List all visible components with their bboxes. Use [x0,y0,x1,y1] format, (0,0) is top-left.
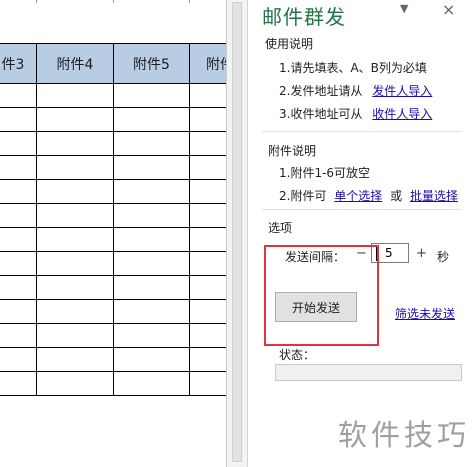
grid-cell[interactable] [114,228,190,252]
grid-cell[interactable] [0,276,37,300]
grid-cell[interactable] [37,156,114,180]
grid-cell[interactable] [114,204,190,228]
grid-cell[interactable] [114,84,190,108]
grid-cell[interactable] [37,108,114,132]
grid-cell[interactable] [190,84,226,108]
usage-line-3-text: 3.收件地址可从 [279,107,363,121]
grid-cell[interactable] [190,372,226,396]
grid-cell[interactable] [37,228,114,252]
grid-cell[interactable] [37,132,114,156]
grid-cell[interactable] [37,276,114,300]
watermark-text: 软件技巧 [332,398,476,467]
grid-cell[interactable] [0,108,37,132]
grid-cell[interactable] [190,324,226,348]
grid-cell[interactable] [190,132,226,156]
usage-line-1: 1.请先填表、A、B列为必填 [279,61,427,75]
grid-cell[interactable] [37,324,114,348]
grid-cell[interactable] [114,372,190,396]
options-section-title: 选项 [268,221,293,235]
grid-cell[interactable] [114,108,190,132]
usage-line-3: 3.收件地址可从 收件人导入 [279,105,432,122]
close-icon[interactable]: × [442,0,455,19]
usage-line-2-text: 2.发件地址请从 [279,84,363,98]
pane-options-icon[interactable]: ▼ [400,2,408,15]
grid-cell[interactable] [37,300,114,324]
column-header-attachment3[interactable]: 件3 [0,43,37,84]
or-text: 或 [390,189,403,203]
grid-cell[interactable] [0,84,37,108]
column-header-attachment4[interactable]: 附件4 [37,43,114,84]
grid-cell[interactable] [37,204,114,228]
grid-cell[interactable] [114,252,190,276]
usage-line-2: 2.发件地址请从 发件人导入 [279,82,432,99]
grid-cell[interactable] [114,132,190,156]
grid-cell[interactable] [114,156,190,180]
usage-section-title: 使用说明 [265,37,314,51]
grid-cell[interactable] [0,228,37,252]
grid-cell[interactable] [0,204,37,228]
grid-cell[interactable] [0,324,37,348]
red-highlight-box [264,245,379,346]
attachment-line-1: 1.附件1-6可放空 [279,166,371,180]
grid-cell[interactable] [190,300,226,324]
grid-cell[interactable] [37,180,114,204]
import-sender-link[interactable]: 发件人导入 [372,84,432,98]
grid-cell[interactable] [0,132,37,156]
grid-cell[interactable] [0,180,37,204]
grid-cell[interactable] [190,180,226,204]
import-recipient-link[interactable]: 收件人导入 [372,107,432,121]
grid-cell[interactable] [37,84,114,108]
grid-cell[interactable] [114,276,190,300]
seconds-unit-label: 秒 [437,250,450,264]
column-header-attachment5[interactable]: 附件5 [114,43,190,84]
grid-cell[interactable] [114,180,190,204]
grid-cell[interactable] [190,348,226,372]
grid-cell[interactable] [37,252,114,276]
grid-cell[interactable] [114,300,190,324]
grid-cell[interactable] [190,228,226,252]
grid-cell[interactable] [0,372,37,396]
status-label: 状态： [279,348,316,362]
attachment-line-2: 2.附件可 单个选择 或 批量选择 [279,187,458,204]
column-header-attachment6[interactable]: 附件 [190,43,226,84]
grid-cell[interactable] [37,372,114,396]
filter-unsent-link[interactable]: 筛选未发送 [395,305,455,322]
grid-cell[interactable] [0,348,37,372]
grid-cell[interactable] [0,300,37,324]
grid-cell[interactable] [190,252,226,276]
pane-title: 邮件群发 [262,5,346,29]
section-divider [262,209,462,210]
grid-cell[interactable] [0,156,37,180]
grid-cell[interactable] [114,324,190,348]
vertical-scrollbar-thumb[interactable] [232,2,242,462]
grid-cell[interactable] [190,204,226,228]
status-progress-bar [275,364,462,381]
grid-cell[interactable] [114,348,190,372]
attachment-line-2-text: 2.附件可 [279,189,327,203]
grid-cell[interactable] [190,276,226,300]
spreadsheet-area: 件3 附件4 附件5 附件 [0,0,226,467]
attachment-section-title: 附件说明 [268,144,317,158]
single-select-link[interactable]: 单个选择 [334,189,382,203]
grid-cell[interactable] [190,108,226,132]
grid-cell[interactable] [0,252,37,276]
increase-interval-button[interactable]: + [416,246,427,261]
mail-merge-task-pane: 邮件群发 ▼ × 使用说明 1.请先填表、A、B列为必填 2.发件地址请从 发件… [248,0,476,467]
section-divider [262,131,462,132]
grid-cell[interactable] [190,156,226,180]
batch-select-link[interactable]: 批量选择 [410,189,458,203]
sheet-top-edge [0,0,226,3]
grid-cell[interactable] [37,348,114,372]
